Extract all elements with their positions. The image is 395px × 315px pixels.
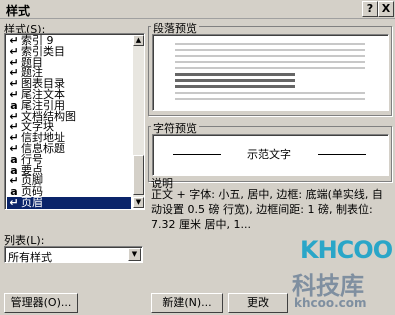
scroll-thumb[interactable]: [133, 155, 144, 195]
organizer-button[interactable]: 管理器(O)...: [4, 293, 78, 313]
scroll-down-icon[interactable]: ▼: [133, 197, 144, 208]
new-button[interactable]: 新建(N)...: [151, 293, 223, 313]
char-preview-box: 示范文字: [152, 134, 389, 176]
char-preview-sample: 示范文字: [247, 148, 291, 161]
description-text: 正文 + 字体: 小五, 居中, 边框: 底端(单实线, 自动设置 0.5 磅 …: [151, 188, 383, 231]
list-filter-value: 所有样式: [8, 251, 52, 264]
list-item-label: 页眉: [21, 196, 43, 209]
styles-scrollbar[interactable]: ▲ ▼: [133, 35, 144, 208]
help-button[interactable]: ?: [362, 1, 378, 17]
watermark: KHCOO 科技库 khcoo.com: [280, 230, 393, 314]
list-filter-select[interactable]: 所有样式 ▼: [4, 246, 143, 264]
paragraph-style-icon: ↵: [9, 196, 19, 209]
paragraph-preview-box: [152, 34, 389, 111]
watermark-logo: KHCOO: [300, 236, 393, 264]
styles-list[interactable]: ↵ 索引 9 ↵ 索引类目 ↵ 题目 ↵ 题注 ↵ 图表目录 ↵ 尾注文本 a 尾注引用 ↵ 文档结构图 ↵ 文字…: [4, 33, 145, 210]
title-bar: 样式 ? X: [0, 0, 395, 19]
list-item[interactable]: ↵ 页眉: [7, 197, 131, 209]
close-button[interactable]: X: [378, 1, 394, 17]
watermark-url: khcoo.com: [294, 296, 367, 310]
window-title: 样式: [6, 4, 31, 18]
chevron-down-icon[interactable]: ▼: [128, 248, 141, 261]
modify-button[interactable]: 更改: [228, 293, 288, 313]
scroll-up-icon[interactable]: ▲: [133, 35, 144, 46]
